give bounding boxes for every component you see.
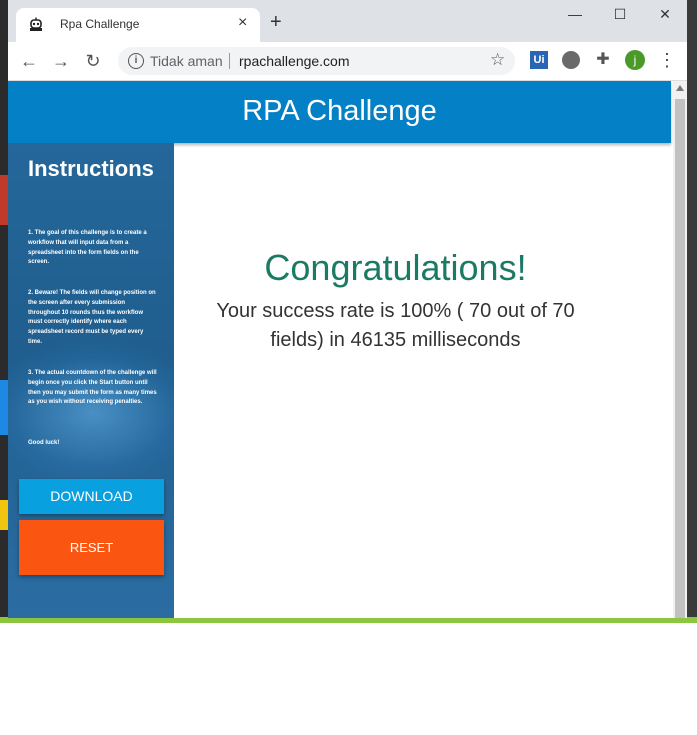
- desktop-background-left: [0, 0, 8, 620]
- uipath-extension-icon[interactable]: Ui: [530, 51, 548, 69]
- bookmark-star-icon[interactable]: ☆: [490, 50, 505, 70]
- forward-arrow-icon[interactable]: →: [50, 50, 72, 72]
- download-button[interactable]: DOWNLOAD: [19, 479, 164, 514]
- instruction-paragraph-4: Good luck!: [28, 440, 60, 446]
- tab-close-icon[interactable]: ×: [238, 14, 247, 32]
- congratulations-heading: Congratulations!: [264, 247, 527, 288]
- browser-tab[interactable]: Rpa Challenge ×: [16, 8, 260, 42]
- new-tab-button[interactable]: +: [270, 12, 282, 32]
- instruction-paragraph-3: 3. The actual countdown of the challenge…: [28, 370, 157, 406]
- result-message: Your success rate is 100% ( 70 out of 70…: [216, 300, 575, 351]
- close-window-button[interactable]: ✕: [645, 6, 685, 26]
- instruction-paragraph-1: 1. The goal of this challenge is to crea…: [28, 230, 147, 266]
- tab-title: Rpa Challenge: [60, 17, 140, 31]
- omnibox-divider: [229, 53, 230, 69]
- page-scrollbar[interactable]: [673, 81, 687, 618]
- reload-icon[interactable]: ↻: [82, 50, 104, 72]
- browser-window: Rpa Challenge × + — ☐ ✕ ← → ↻ i Tidak am…: [8, 0, 687, 618]
- record-extension-icon[interactable]: [562, 51, 580, 69]
- scroll-up-arrow-icon[interactable]: [676, 85, 684, 91]
- menu-dots-icon[interactable]: ⋮: [658, 50, 676, 70]
- site-header: RPA Challenge: [8, 81, 671, 143]
- extensions-puzzle-icon[interactable]: ✚: [594, 51, 612, 69]
- instructions-heading: Instructions: [28, 156, 154, 181]
- minimize-button[interactable]: —: [555, 6, 595, 26]
- page-content: RPA Challenge Instructions 1. The goal o…: [8, 81, 687, 618]
- address-bar[interactable]: i Tidak aman rpachallenge.com ☆: [118, 47, 515, 75]
- instructions-sidebar: Instructions 1. The goal of this challen…: [8, 143, 174, 618]
- instruction-paragraph-2: 2. Beware! The fields will change positi…: [28, 290, 156, 345]
- sidebar-background-graphic: [8, 343, 174, 483]
- back-arrow-icon[interactable]: ←: [18, 50, 40, 72]
- scroll-thumb[interactable]: [675, 99, 685, 618]
- desktop-background-right: [687, 0, 697, 620]
- tab-strip: Rpa Challenge × + — ☐ ✕: [8, 0, 687, 42]
- security-status: Tidak aman: [150, 53, 223, 69]
- desktop-icon-yellow: [0, 500, 8, 530]
- profile-avatar[interactable]: j: [625, 50, 645, 70]
- desktop-icon-blue: [0, 380, 8, 435]
- url-text[interactable]: rpachallenge.com: [239, 53, 350, 69]
- reset-button[interactable]: RESET: [19, 520, 164, 575]
- site-title: RPA Challenge: [242, 95, 437, 127]
- robot-favicon-icon: [30, 17, 42, 31]
- browser-toolbar: ← → ↻ i Tidak aman rpachallenge.com ☆ Ui…: [8, 42, 687, 81]
- maximize-button[interactable]: ☐: [600, 6, 640, 26]
- desktop-icon-red: [0, 175, 8, 225]
- info-icon[interactable]: i: [128, 53, 144, 69]
